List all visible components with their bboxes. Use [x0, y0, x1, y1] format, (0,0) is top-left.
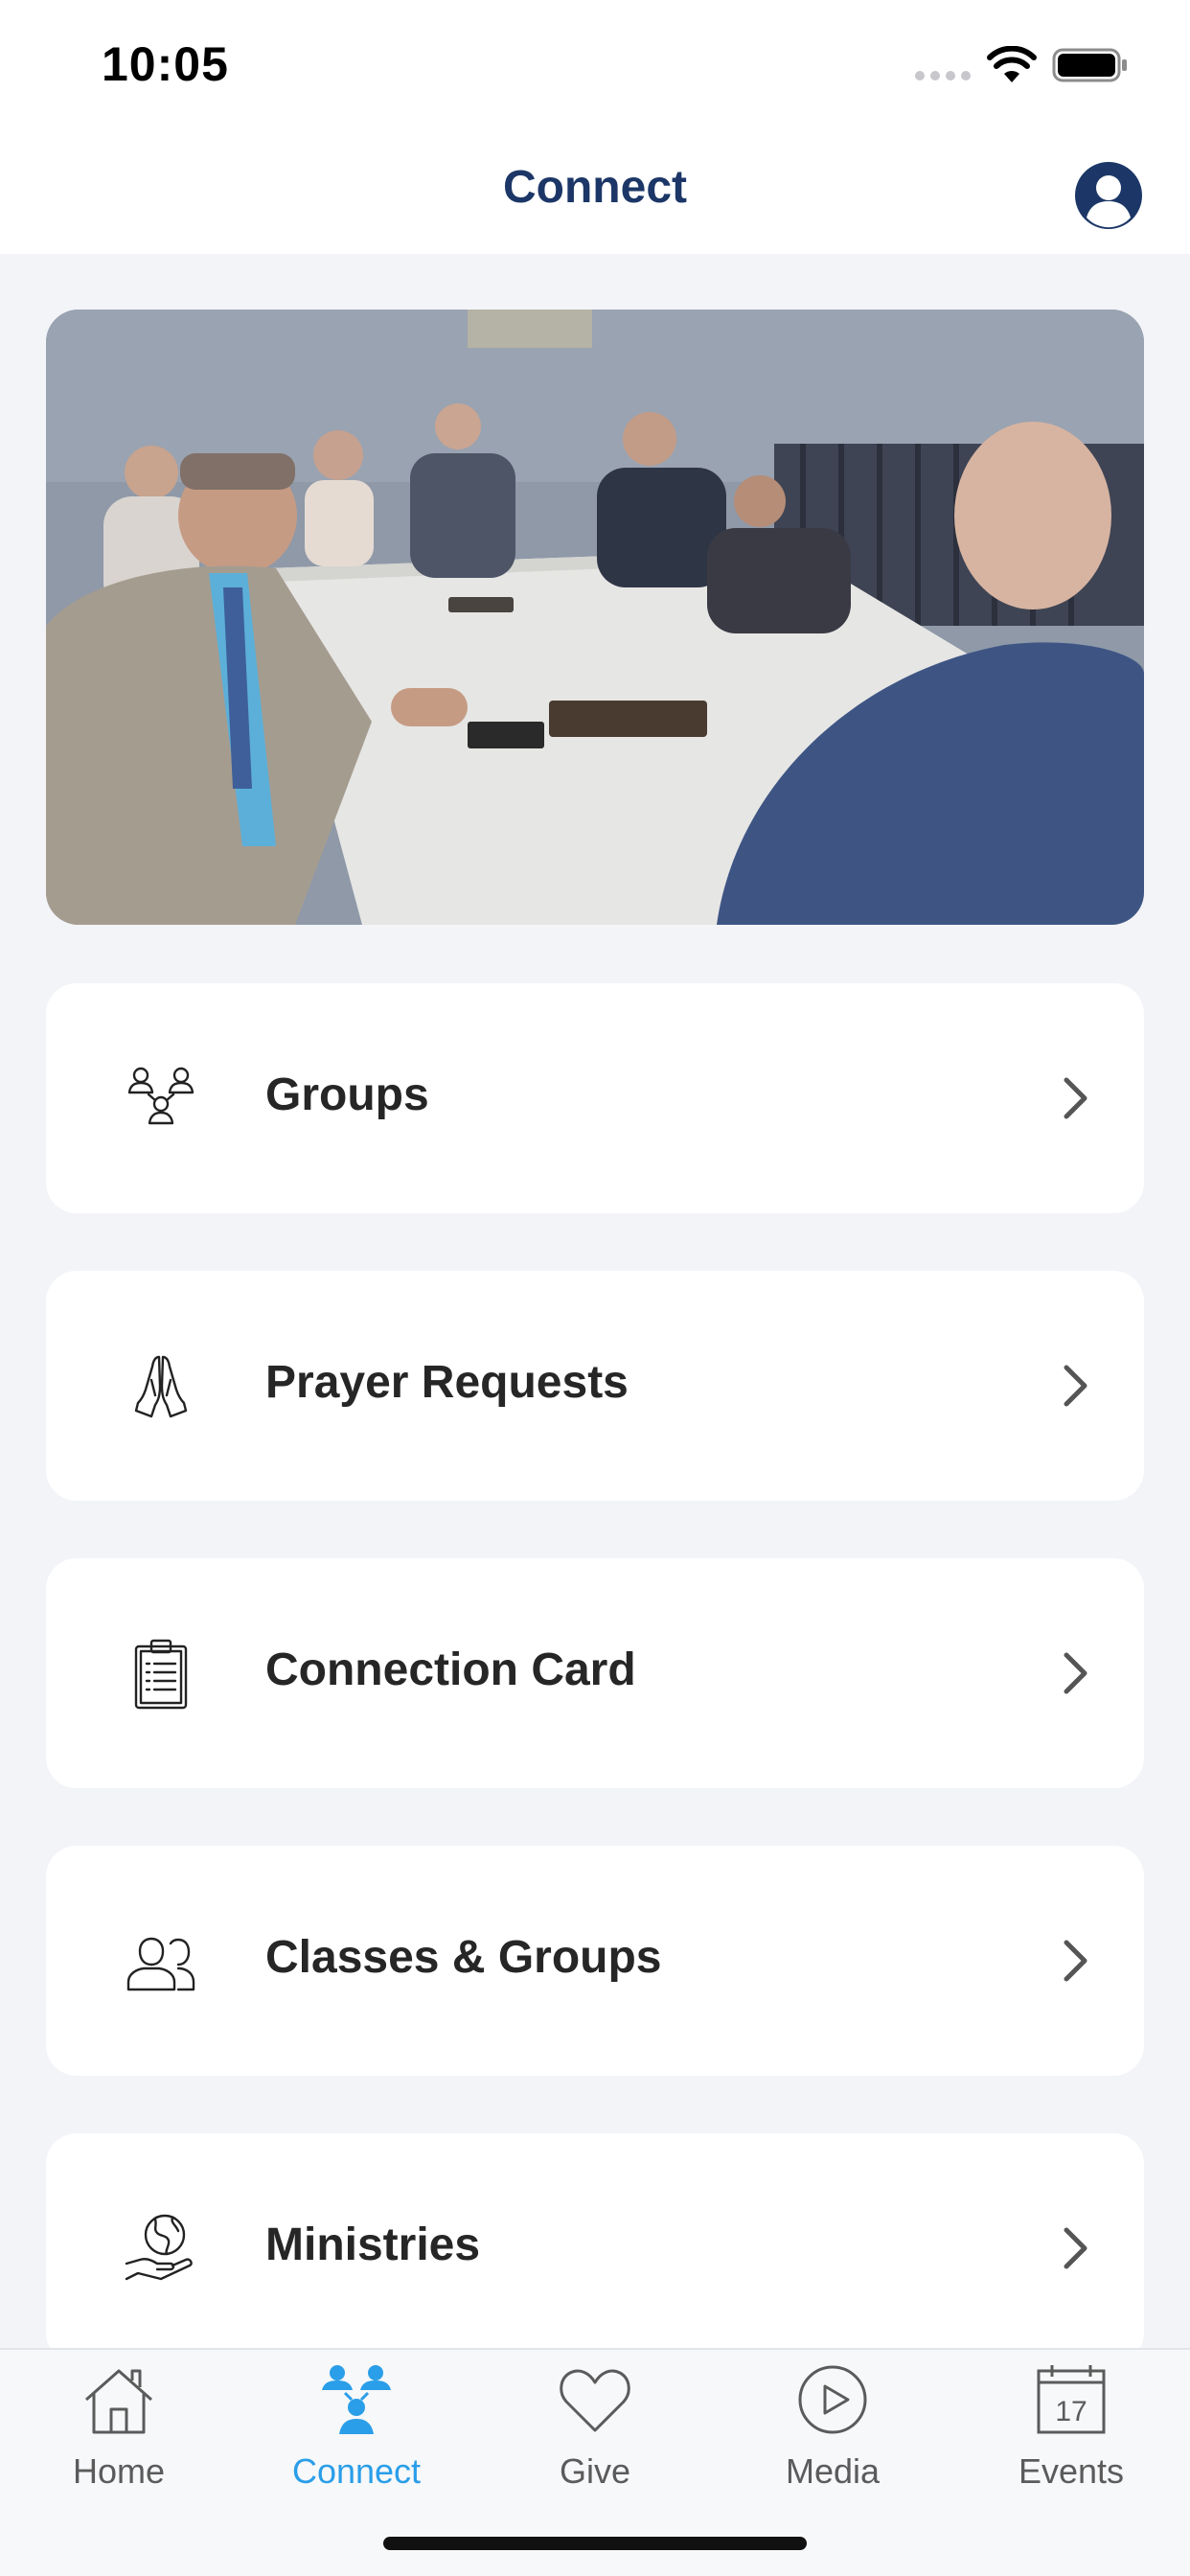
- status-bar: 10:05: [0, 0, 1190, 129]
- menu-item-ministries[interactable]: Ministries: [46, 2133, 1144, 2363]
- status-time: 10:05: [102, 37, 229, 91]
- menu-item-classes-groups[interactable]: Classes & Groups: [46, 1846, 1144, 2076]
- wifi-icon: [987, 46, 1037, 82]
- tab-give[interactable]: Give: [476, 2350, 714, 2522]
- home-indicator: [383, 2537, 807, 2550]
- chevron-right-icon: [1064, 2227, 1087, 2269]
- menu-item-label: Groups: [265, 1070, 429, 1120]
- praying-hands-icon: [134, 1355, 188, 1418]
- people-icon: [126, 1937, 195, 1991]
- profile-icon[interactable]: [1075, 162, 1142, 229]
- heart-icon: [560, 2369, 630, 2432]
- tab-label: Connect: [291, 2451, 422, 2491]
- menu-item-label: Prayer Requests: [265, 1357, 629, 1408]
- calendar-day: 17: [1055, 2396, 1087, 2427]
- tab-label: Home: [72, 2451, 166, 2491]
- tab-label: Give: [559, 2451, 631, 2491]
- connect-icon: [322, 2365, 391, 2434]
- menu-item-connection-card[interactable]: Connection Card: [46, 1558, 1144, 1788]
- tab-connect[interactable]: Connect: [238, 2350, 475, 2522]
- play-icon: [798, 2365, 867, 2434]
- chevron-right-icon: [1064, 1077, 1087, 1119]
- chevron-right-icon: [1064, 1652, 1087, 1694]
- menu-item-label: Connection Card: [265, 1644, 636, 1695]
- battery-icon: [1052, 48, 1127, 82]
- clipboard-icon: [134, 1639, 188, 1710]
- menu-item-label: Ministries: [265, 2220, 481, 2270]
- menu-item-prayer-requests[interactable]: Prayer Requests: [46, 1271, 1144, 1501]
- tab-media[interactable]: Media: [714, 2350, 951, 2522]
- hero-image: [46, 310, 1144, 925]
- tab-label: Media: [785, 2451, 881, 2491]
- nav-header: Connect: [0, 129, 1190, 254]
- chevron-right-icon: [1064, 1365, 1087, 1407]
- calendar-icon: 17: [1037, 2365, 1106, 2434]
- cellular-signal-icon: [915, 71, 971, 80]
- tab-home[interactable]: Home: [0, 2350, 238, 2522]
- chevron-right-icon: [1064, 1940, 1087, 1982]
- page-title: Connect: [503, 162, 687, 213]
- home-icon: [85, 2369, 152, 2434]
- menu-item-label: Classes & Groups: [265, 1932, 662, 1983]
- tab-events[interactable]: 17 Events: [952, 2350, 1190, 2522]
- menu-item-groups[interactable]: Groups: [46, 983, 1144, 1213]
- tab-label: Events: [1018, 2451, 1125, 2491]
- groups-icon: [127, 1067, 195, 1125]
- globe-hand-icon: [125, 2214, 193, 2281]
